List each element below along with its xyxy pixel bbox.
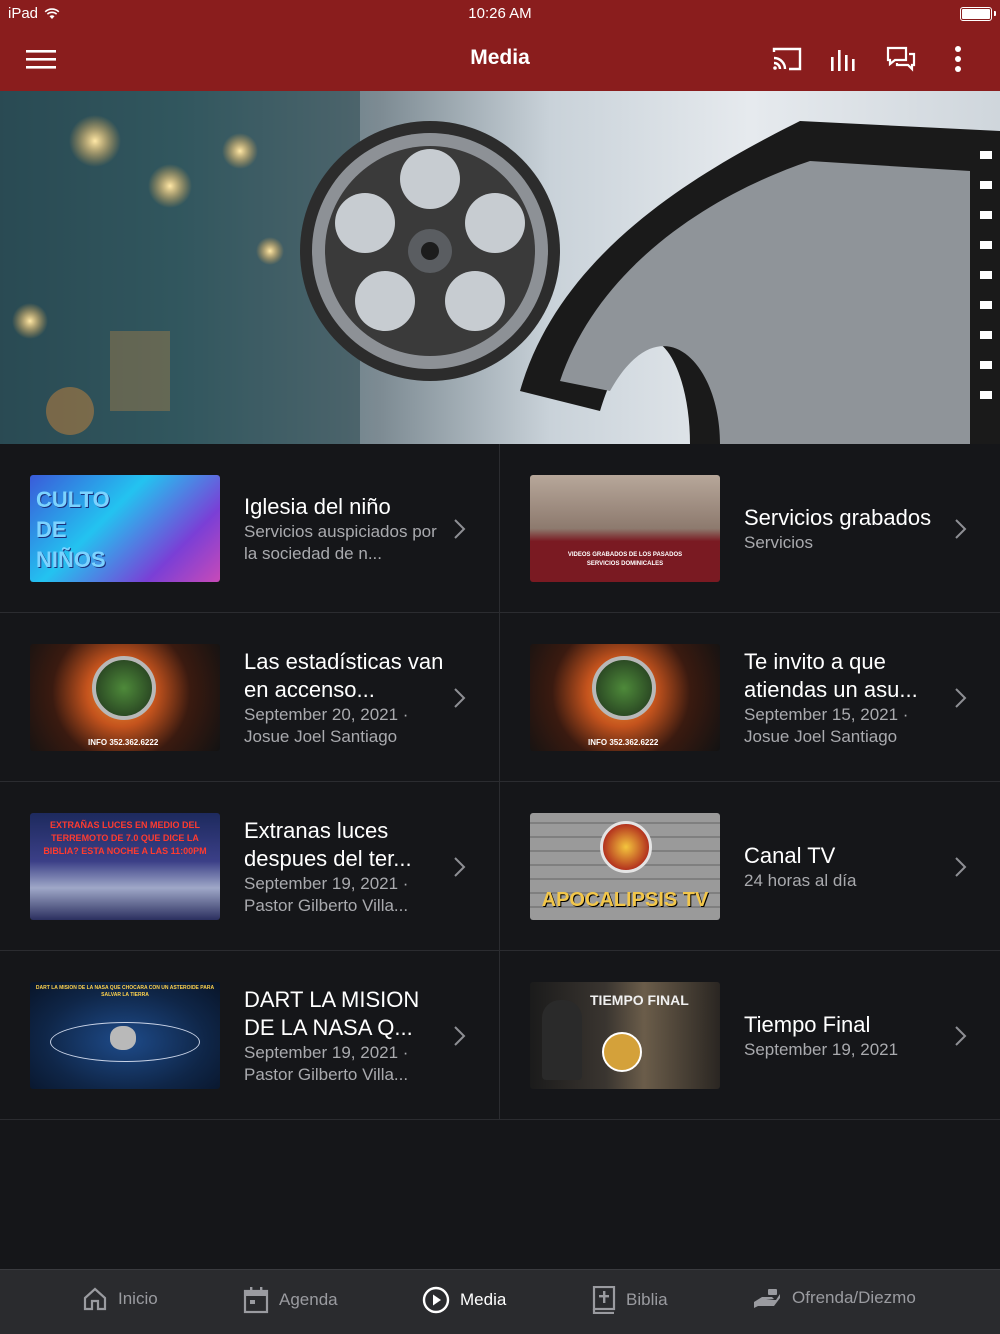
media-grid: CULTO DE NIÑOS Iglesia del niño Servicio… xyxy=(0,444,1000,1120)
thumbnail-text: APOCALIPSIS TV xyxy=(541,889,709,911)
thumbnail-tiempo-de-reflexion: INFO 352.362.6222 xyxy=(530,644,720,751)
tab-label: Biblia xyxy=(626,1290,668,1309)
play-circle-icon xyxy=(422,1286,450,1314)
media-item-dart-nasa[interactable]: DART LA MISION DE LA NASA QUE CHOCARA CO… xyxy=(0,951,500,1120)
item-texts: DART LA MISION DE LA NASA Q... September… xyxy=(244,951,444,1120)
media-item-canal-tv[interactable]: APOCALIPSIS TV Canal TV 24 horas al día xyxy=(500,782,1000,951)
battery-icon xyxy=(960,7,996,21)
home-icon xyxy=(83,1287,107,1311)
app-bar: Media xyxy=(0,28,1000,91)
tab-label: Inicio xyxy=(118,1289,158,1308)
more-vert-icon[interactable] xyxy=(941,42,975,76)
thumbnail-culto-de-ninos: CULTO DE NIÑOS xyxy=(30,475,220,582)
thumbnail-text: TIEMPO FINAL xyxy=(590,992,689,1008)
media-row: EXTRAÑAS LUCES EN MEDIO DEL TERREMOTO DE… xyxy=(0,782,1000,951)
item-texts: Extranas luces despues del ter... Septem… xyxy=(244,782,444,951)
item-title: Las estadísticas van en accenso... xyxy=(244,648,444,702)
tab-label: Ofrenda/Diezmo xyxy=(792,1288,916,1307)
chat-icon[interactable] xyxy=(884,42,918,76)
hero-banner xyxy=(0,91,1000,444)
media-item-servicios-grabados[interactable]: VIDEOS GRABADOS DE LOS PASADOS SERVICIOS… xyxy=(500,444,1000,613)
cast-icon[interactable] xyxy=(770,42,804,76)
thumbnail-text: INFO 352.362.6222 xyxy=(588,738,659,747)
thumbnail-tiempo-de-reflexion: INFO 352.362.6222 xyxy=(30,644,220,751)
item-texts: Las estadísticas van en accenso... Septe… xyxy=(244,613,444,782)
item-subtitle: Servicios auspiciados por la sociedad de… xyxy=(244,521,437,563)
item-title: Tiempo Final xyxy=(744,1011,871,1037)
chevron-right-icon xyxy=(955,1026,967,1046)
media-item-iglesia-del-nino[interactable]: CULTO DE NIÑOS Iglesia del niño Servicio… xyxy=(0,444,500,613)
tab-label: Agenda xyxy=(279,1290,338,1309)
tab-inicio[interactable]: Inicio xyxy=(82,1286,158,1312)
thumbnail-text: EXTRAÑAS LUCES EN MEDIO DEL TERREMOTO DE… xyxy=(43,820,207,856)
tab-biblia[interactable]: Biblia xyxy=(592,1286,668,1314)
item-title: Servicios grabados xyxy=(744,504,932,530)
media-row: DART LA MISION DE LA NASA QUE CHOCARA CO… xyxy=(0,951,1000,1120)
media-item-te-invito[interactable]: INFO 352.362.6222 Te invito a que atiend… xyxy=(500,613,1000,782)
item-subtitle: September 20, 2021 · Josue Joel Santiago xyxy=(244,704,409,746)
item-subtitle: September 19, 2021 · Pastor Gilberto Vil… xyxy=(244,873,409,915)
item-title: Extranas luces despues del ter... xyxy=(244,817,412,871)
chevron-right-icon xyxy=(454,688,466,708)
media-row: CULTO DE NIÑOS Iglesia del niño Servicio… xyxy=(0,444,1000,613)
chevron-right-icon xyxy=(454,1026,466,1046)
item-subtitle: September 19, 2021 · Pastor Gilberto Vil… xyxy=(244,1042,409,1084)
media-item-tiempo-final[interactable]: TIEMPO FINAL Tiempo Final September 19, … xyxy=(500,951,1000,1120)
item-texts: Iglesia del niño Servicios auspiciados p… xyxy=(244,444,444,613)
thumbnail-extranas-luces: EXTRAÑAS LUCES EN MEDIO DEL TERREMOTO DE… xyxy=(30,813,220,920)
item-subtitle: 24 horas al día xyxy=(744,870,857,890)
chevron-right-icon xyxy=(955,519,967,539)
thumbnail-text: VIDEOS GRABADOS DE LOS PASADOS SERVICIOS… xyxy=(567,552,683,567)
thumbnail-servicios-grabados: VIDEOS GRABADOS DE LOS PASADOS SERVICIOS… xyxy=(530,475,720,582)
tab-ofrenda-diezmo[interactable]: Ofrenda/Diezmo xyxy=(752,1286,916,1310)
item-subtitle: September 19, 2021 xyxy=(744,1039,899,1059)
item-texts: Tiempo Final September 19, 2021 xyxy=(744,951,944,1120)
item-title: Te invito a que atiendas un asu... xyxy=(744,648,918,702)
giving-hand-icon xyxy=(754,1289,780,1308)
item-title: Iglesia del niño xyxy=(244,493,391,519)
bible-icon xyxy=(592,1286,616,1314)
item-subtitle: September 15, 2021 · Josue Joel Santiago xyxy=(744,704,909,746)
media-item-extranas-luces[interactable]: EXTRAÑAS LUCES EN MEDIO DEL TERREMOTO DE… xyxy=(0,782,500,951)
status-time: 10:26 AM xyxy=(468,5,532,22)
thumbnail-apocalipsis-tv: APOCALIPSIS TV xyxy=(530,813,720,920)
thumbnail-dart-nasa: DART LA MISION DE LA NASA QUE CHOCARA CO… xyxy=(30,982,220,1089)
tab-media[interactable]: Media xyxy=(422,1286,506,1314)
thumbnail-tiempo-final: TIEMPO FINAL xyxy=(530,982,720,1089)
media-item-estadisticas[interactable]: INFO 352.362.6222 Las estadísticas van e… xyxy=(0,613,500,782)
chevron-right-icon xyxy=(454,857,466,877)
film-reel-illustration xyxy=(0,91,1000,444)
item-texts: Canal TV 24 horas al día xyxy=(744,782,944,951)
item-title: Canal TV xyxy=(744,842,836,868)
media-row: INFO 352.362.6222 Las estadísticas van e… xyxy=(0,613,1000,782)
item-texts: Servicios grabados Servicios xyxy=(744,444,944,613)
item-title: DART LA MISION DE LA NASA Q... xyxy=(244,986,420,1040)
status-bar: iPad 10:26 AM xyxy=(0,0,1000,28)
thumbnail-text: INFO 352.362.6222 xyxy=(88,738,159,747)
bottom-tab-bar: Inicio Agenda Media Biblia Ofrenda/Diezm… xyxy=(0,1269,1000,1334)
tab-agenda[interactable]: Agenda xyxy=(243,1286,338,1314)
audio-bars-icon[interactable] xyxy=(827,42,861,76)
calendar-icon xyxy=(243,1287,269,1314)
chevron-right-icon xyxy=(955,857,967,877)
tab-label: Media xyxy=(460,1290,507,1309)
thumbnail-text: DART LA MISION DE LA NASA QUE CHOCARA CO… xyxy=(35,985,215,998)
chevron-right-icon xyxy=(955,688,967,708)
item-texts: Te invito a que atiendas un asu... Septe… xyxy=(744,613,944,782)
thumbnail-text: CULTO DE NIÑOS xyxy=(36,487,110,572)
chevron-right-icon xyxy=(454,519,466,539)
item-subtitle: Servicios xyxy=(744,532,813,552)
